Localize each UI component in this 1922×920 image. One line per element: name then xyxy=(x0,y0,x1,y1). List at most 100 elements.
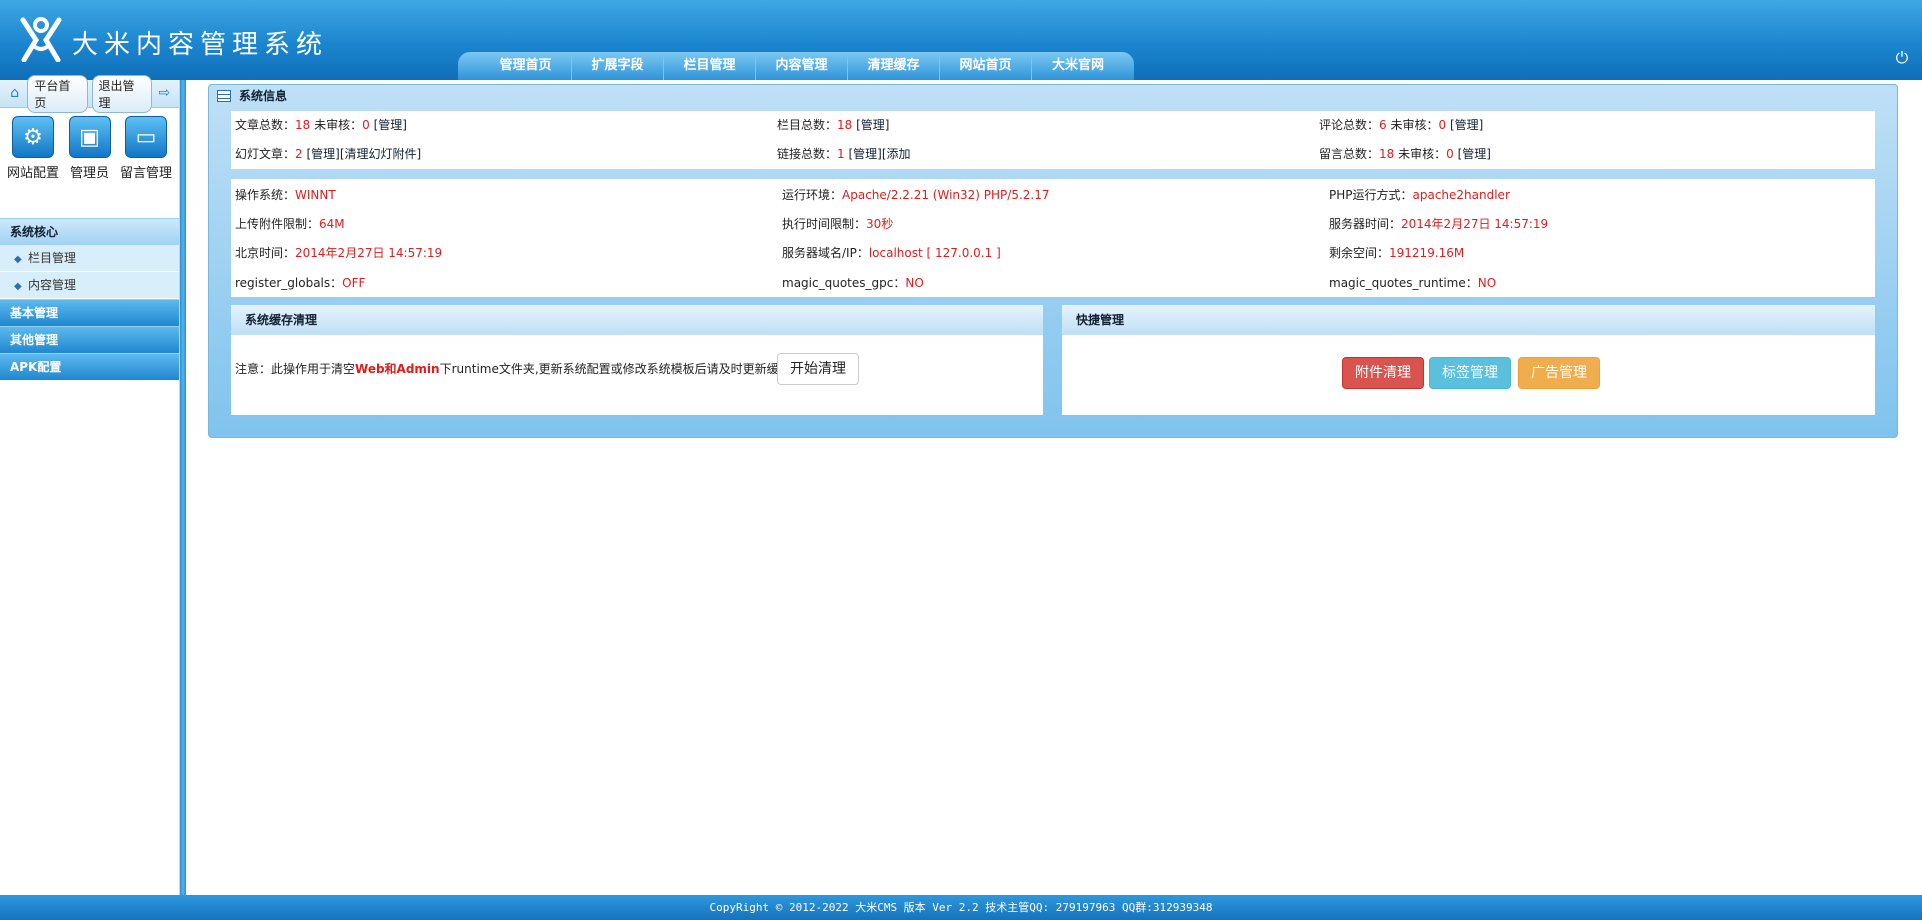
cache-notice: 注意：此操作用于清空Web和Admin下runtime文件夹,更新系统配置或修改… xyxy=(235,359,791,379)
stat-label: 留言总数： xyxy=(1319,147,1380,161)
stat-label: 评论总数： xyxy=(1319,118,1380,132)
info-label: 北京时间： xyxy=(235,246,296,260)
notice-text: 注意：此操作用于清空 xyxy=(235,362,356,376)
info-label: magic_quotes_runtime： xyxy=(1329,276,1478,290)
section-basic[interactable]: 基本管理 xyxy=(0,299,179,326)
arrow-icon: ◆ xyxy=(14,254,22,265)
manage-link[interactable]: [管理] xyxy=(1450,118,1483,132)
sidebar-item-label: 内容管理 xyxy=(28,278,77,292)
top-header: 大米内容管理系统 管理首页 扩展字段 栏目管理 内容管理 清理缓存 网站首页 大… xyxy=(0,0,1922,80)
info-value: NO xyxy=(905,276,924,290)
info-php-mode: PHP运行方式：apache2handler xyxy=(1329,185,1510,205)
stats-box: 文章总数：18 未审核：0 [管理] 栏目总数：18 [管理] 评论总数：6 未… xyxy=(231,111,1875,169)
info-runtime: magic_quotes_runtime：NO xyxy=(1329,273,1496,293)
stat-value: 1 xyxy=(837,147,845,161)
stat-articles: 文章总数：18 未审核：0 [管理] xyxy=(235,115,407,135)
sidebar-item-label: 栏目管理 xyxy=(28,251,77,265)
stat-value: 0 xyxy=(362,118,370,132)
stat-comments: 评论总数：6 未审核：0 [管理] xyxy=(1319,115,1483,135)
cache-clear-box: 系统缓存清理 注意：此操作用于清空Web和Admin下runtime文件夹,更新… xyxy=(231,305,1043,415)
nav-extend-fields[interactable]: 扩展字段 xyxy=(572,52,664,80)
shortcut-label: 网站配置 xyxy=(6,166,59,181)
section-other[interactable]: 其他管理 xyxy=(0,326,179,353)
footer-copyright: CopyRight © 2012-2022 大米CMS 版本 Ver 2.2 技… xyxy=(0,895,1922,920)
logo-icon xyxy=(20,16,62,63)
panel-title-text: 系统信息 xyxy=(239,89,288,103)
stat-label: 文章总数： xyxy=(235,118,296,132)
nav-clear-cache[interactable]: 清理缓存 xyxy=(848,52,940,80)
info-exec: 执行时间限制：30秒 xyxy=(782,214,893,234)
system-info-panel: 系统信息 文章总数：18 未审核：0 [管理] 栏目总数：18 [管理] 评论总… xyxy=(208,84,1898,438)
info-os: 操作系统：WINNT xyxy=(235,185,336,205)
shortcut-site-config[interactable]: ⚙ 网站配置 xyxy=(6,116,60,210)
info-space: 剩余空间：191219.16M xyxy=(1329,243,1464,263)
clear-slide-attachments-link[interactable]: [清理幻灯附件] xyxy=(340,147,421,161)
info-upload: 上传附件限制：64M xyxy=(235,214,345,234)
stat-label: 幻灯文章： xyxy=(235,147,296,161)
stat-links: 链接总数：1 [管理][添加 xyxy=(777,144,911,164)
attachment-clean-button[interactable]: 附件清理 xyxy=(1342,357,1424,389)
notice-emphasis: Web和Admin xyxy=(355,362,440,376)
info-env: 运行环境：Apache/2.2.21 (Win32) PHP/5.2.17 xyxy=(782,185,1050,205)
top-navigation: 管理首页 扩展字段 栏目管理 内容管理 清理缓存 网站首页 大米官网 xyxy=(458,52,1134,80)
sidebar-item-category[interactable]: ◆ 栏目管理 xyxy=(0,245,179,272)
shortcut-messages[interactable]: ▭ 留言管理 xyxy=(119,116,173,210)
manage-link[interactable]: [管理] xyxy=(374,118,407,132)
nav-category[interactable]: 栏目管理 xyxy=(664,52,756,80)
stat-label: 未审核： xyxy=(1386,118,1439,132)
power-icon[interactable]: ⏻ xyxy=(1892,48,1912,68)
info-value: 30秒 xyxy=(866,217,894,231)
logout-button[interactable]: 退出管理 xyxy=(91,74,152,113)
stat-value: 6 xyxy=(1379,118,1387,132)
tag-management-button[interactable]: 标签管理 xyxy=(1429,357,1511,389)
manage-link[interactable]: [管理] xyxy=(848,147,881,161)
info-server-time: 服务器时间：2014年2月27日 14:57:19 xyxy=(1329,214,1548,234)
platform-home-button[interactable]: 平台首页 xyxy=(27,74,88,113)
table-icon xyxy=(217,90,231,102)
sidebar-splitter[interactable] xyxy=(180,80,186,895)
info-value: 2014年2月27日 14:57:19 xyxy=(1401,217,1549,231)
manage-link[interactable]: [管理] xyxy=(856,118,889,132)
server-info-box: 操作系统：WINNT 运行环境：Apache/2.2.21 (Win32) PH… xyxy=(231,179,1875,297)
stat-categories: 栏目总数：18 [管理] xyxy=(777,115,890,135)
shortcut-admins[interactable]: ▣ 管理员 xyxy=(63,116,117,210)
info-value: Apache/2.2.21 (Win32) PHP/5.2.17 xyxy=(842,188,1050,202)
start-clear-button[interactable]: 开始清理 xyxy=(777,353,859,385)
shortcut-label: 留言管理 xyxy=(119,166,172,181)
stat-label: 栏目总数： xyxy=(777,118,838,132)
info-value: apache2handler xyxy=(1412,188,1510,202)
info-value: WINNT xyxy=(295,188,336,202)
ad-management-button[interactable]: 广告管理 xyxy=(1518,357,1600,389)
stat-messages: 留言总数：18 未审核：0 [管理] xyxy=(1319,144,1491,164)
nav-content[interactable]: 内容管理 xyxy=(756,52,848,80)
info-label: 上传附件限制： xyxy=(235,217,320,231)
add-link[interactable]: [添加 xyxy=(882,147,911,161)
stat-label: 链接总数： xyxy=(777,147,838,161)
sidebar-toolbar: ⌂ 平台首页 退出管理 ⇨ xyxy=(0,74,179,113)
nav-home[interactable]: 管理首页 xyxy=(480,52,572,80)
nav-site-home[interactable]: 网站首页 xyxy=(940,52,1032,80)
info-value: localhost [ 127.0.0.1 ] xyxy=(868,246,1001,260)
info-value: 2014年2月27日 14:57:19 xyxy=(295,246,443,260)
info-label: PHP运行方式： xyxy=(1329,188,1413,202)
info-gpc: magic_quotes_gpc：NO xyxy=(782,273,924,293)
quick-management-box: 快捷管理 附件清理 标签管理 广告管理 xyxy=(1062,305,1875,415)
exit-icon[interactable]: ⇨ xyxy=(156,85,173,103)
notice-text: 下runtime文件夹,更新系统配置或修改系统模板后请及时更新缓存 xyxy=(439,362,791,376)
stat-slides: 幻灯文章：2 [管理][清理幻灯附件] xyxy=(235,144,421,164)
manage-link[interactable]: [管理] xyxy=(306,147,339,161)
section-system-core[interactable]: 系统核心 xyxy=(0,218,179,245)
nav-official-site[interactable]: 大米官网 xyxy=(1032,52,1124,80)
section-apk[interactable]: APK配置 xyxy=(0,353,179,380)
stat-value: 18 xyxy=(1379,147,1395,161)
shortcut-label: 管理员 xyxy=(69,166,109,181)
panel-title: 系统信息 xyxy=(209,85,1897,107)
cache-box-title: 系统缓存清理 xyxy=(231,305,1043,335)
quick-box-title: 快捷管理 xyxy=(1062,305,1875,335)
info-label: 操作系统： xyxy=(235,188,296,202)
sidebar-item-content[interactable]: ◆ 内容管理 xyxy=(0,272,179,299)
home-icon[interactable]: ⌂ xyxy=(6,85,23,103)
manage-link[interactable]: [管理] xyxy=(1458,147,1491,161)
info-label: 执行时间限制： xyxy=(782,217,867,231)
info-server-name: 服务器域名/IP：localhost [ 127.0.0.1 ] xyxy=(782,243,1001,263)
